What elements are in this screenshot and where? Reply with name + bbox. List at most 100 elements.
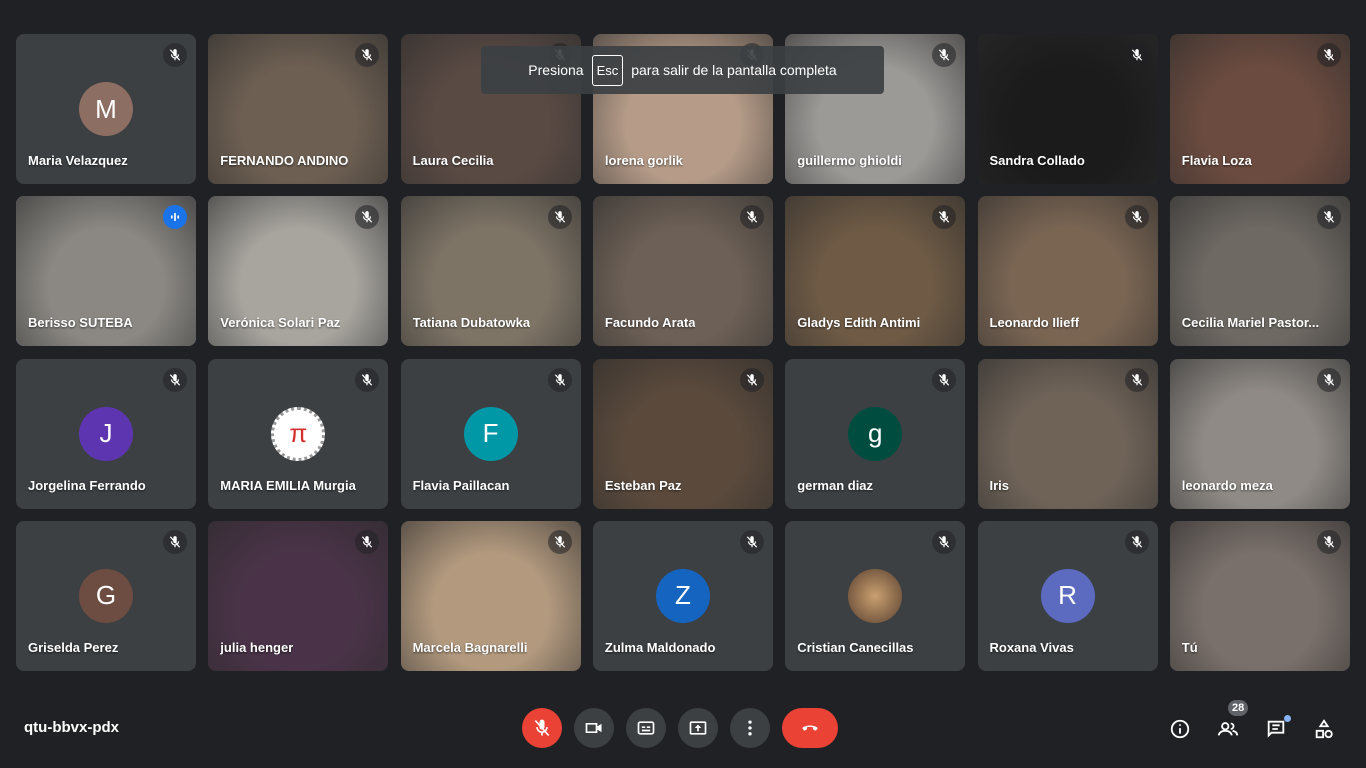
participant-tile[interactable]: π MARIA EMILIA Murgia	[208, 358, 389, 509]
participant-name: Leonardo Ilieff	[989, 315, 1080, 331]
chat-icon	[1267, 720, 1285, 738]
participant-name: Griselda Perez	[28, 639, 119, 655]
camera-toggle-button[interactable]	[574, 708, 614, 748]
participant-tile[interactable]: Gladys Edith Antimi	[785, 196, 966, 347]
videocam-icon	[585, 723, 602, 733]
meeting-details-button[interactable]	[1167, 716, 1193, 742]
captions-button[interactable]	[626, 708, 666, 748]
mic-muted-icon	[1124, 529, 1149, 554]
participant-name: Flavia Paillacan	[412, 477, 510, 493]
mic-muted-icon	[547, 205, 572, 230]
mic-muted-icon	[1124, 367, 1149, 392]
activities-button[interactable]	[1311, 716, 1337, 742]
participant-tile[interactable]: Verónica Solari Paz	[208, 196, 389, 347]
participant-name: Maria Velazquez	[28, 153, 128, 168]
participant-avatar: J	[79, 406, 133, 461]
mic-muted-icon	[547, 367, 572, 392]
participant-avatar: G	[79, 568, 133, 623]
participant-name: Verónica Solari Paz	[220, 315, 341, 331]
participant-tile[interactable]: M Maria Velazquez	[16, 34, 196, 184]
participant-tile[interactable]: Berisso SUTEBA	[16, 196, 196, 347]
participant-tile[interactable]: Flavia Loza	[1169, 34, 1350, 184]
participants-count-badge: 28	[1228, 700, 1249, 716]
participant-tile[interactable]: Tatiana Dubatowka	[400, 196, 581, 347]
chat-notification-dot	[1284, 715, 1291, 722]
present-icon	[689, 721, 707, 735]
participant-tile[interactable]: Esteban Paz	[592, 358, 773, 509]
call-end-icon	[802, 725, 818, 731]
participant-name: guillermo ghioldi	[797, 153, 902, 168]
captions-icon	[637, 721, 655, 735]
participant-avatar: M	[79, 82, 133, 136]
participant-tile[interactable]: Iris	[977, 358, 1158, 509]
mic-muted-icon	[1316, 205, 1341, 230]
mic-muted-icon	[932, 43, 957, 67]
participant-tile[interactable]: FERNANDO ANDINO	[208, 34, 389, 184]
mic-muted-icon	[1316, 367, 1341, 392]
participant-name: Roxana Vivas	[989, 639, 1074, 655]
mic-muted-icon	[932, 529, 957, 554]
participant-tile[interactable]: Facundo Arata	[592, 196, 773, 347]
participant-tile[interactable]: Cristian Canecillas	[785, 520, 966, 671]
participant-name: lorena gorlik	[604, 153, 683, 168]
participant-tile[interactable]: F Flavia Paillacan	[400, 358, 581, 509]
participant-name: Berisso SUTEBA	[28, 315, 133, 331]
leave-call-button[interactable]	[782, 708, 838, 748]
mic-muted-icon	[355, 367, 380, 392]
mic-muted-icon	[163, 43, 187, 67]
participant-tile[interactable]: Leonardo Ilieff	[977, 196, 1158, 347]
participant-tile[interactable]: Marcela Bagnarelli	[400, 520, 581, 671]
more-options-button[interactable]	[730, 708, 770, 748]
participant-avatar: F	[463, 406, 518, 461]
participant-tile[interactable]: J Jorgelina Ferrando	[16, 358, 196, 509]
participant-name: german diaz	[797, 477, 874, 493]
activities-icon	[1315, 719, 1333, 739]
people-icon	[1217, 722, 1239, 736]
participant-name: Zulma Maldonado	[604, 639, 716, 655]
toast-text-before: Presiona	[528, 62, 584, 78]
participant-name: Sandra Collado	[989, 153, 1085, 168]
participant-name: Cristian Canecillas	[797, 639, 914, 655]
participant-name: Tú	[1181, 639, 1198, 655]
chat-button[interactable]	[1263, 715, 1291, 742]
participant-name: Cecilia Mariel Pastor...	[1181, 315, 1320, 331]
info-icon	[1170, 719, 1190, 739]
fullscreen-toast: Presiona Esc para salir de la pantalla c…	[481, 46, 884, 94]
mic-muted-icon	[547, 529, 572, 554]
participant-name: Iris	[989, 477, 1010, 493]
participant-name: Tatiana Dubatowka	[412, 315, 531, 331]
participant-name: Esteban Paz	[604, 477, 682, 493]
mic-muted-icon	[1316, 529, 1341, 554]
participant-tile[interactable]: R Roxana Vivas	[977, 520, 1158, 671]
participant-tile[interactable]: julia henger	[208, 520, 389, 671]
participant-avatar: Z	[655, 568, 710, 623]
participant-tile[interactable]: Z Zulma Maldonado	[592, 520, 773, 671]
mic-muted-icon	[932, 367, 957, 392]
participant-tile[interactable]: Tú	[1169, 520, 1350, 671]
mic-muted-icon	[739, 529, 764, 554]
participant-name: Jorgelina Ferrando	[28, 477, 146, 493]
participant-name: Laura Cecilia	[412, 153, 494, 168]
mic-muted-icon	[1124, 43, 1149, 67]
mic-muted-icon	[163, 367, 187, 392]
participant-tile[interactable]: G Griselda Perez	[16, 520, 196, 671]
participant-name: leonardo meza	[1181, 477, 1273, 493]
more-vert-icon	[748, 720, 752, 736]
participant-name: Gladys Edith Antimi	[797, 315, 921, 331]
mic-toggle-button[interactable]	[522, 708, 562, 748]
participant-tile[interactable]: Sandra Collado	[977, 34, 1158, 184]
participant-avatar: R	[1040, 568, 1095, 623]
mic-muted-icon	[163, 529, 187, 554]
participant-tile[interactable]: g german diaz	[785, 358, 966, 509]
participant-name: Facundo Arata	[604, 315, 696, 331]
present-button[interactable]	[678, 708, 718, 748]
participant-name: MARIA EMILIA Murgia	[220, 477, 356, 493]
esc-key: Esc	[591, 54, 624, 86]
participant-name: FERNANDO ANDINO	[220, 153, 349, 168]
participant-avatar: g	[848, 406, 903, 461]
participant-tile[interactable]: Cecilia Mariel Pastor...	[1169, 196, 1350, 347]
toast-text-after: para salir de la pantalla completa	[631, 62, 837, 78]
people-button[interactable]: 28	[1215, 700, 1249, 742]
mic-muted-icon	[1316, 43, 1341, 67]
participant-tile[interactable]: leonardo meza	[1169, 358, 1350, 509]
